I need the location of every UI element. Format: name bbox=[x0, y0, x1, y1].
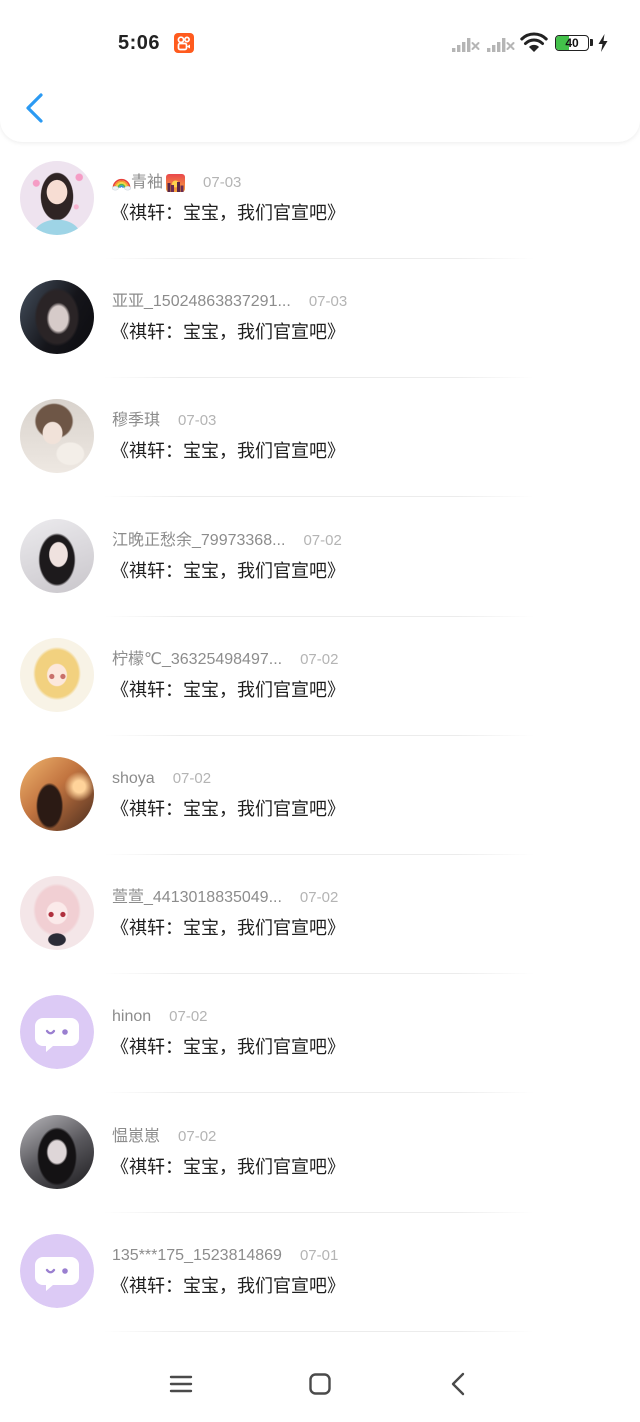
divider bbox=[104, 258, 534, 259]
user-name[interactable]: 亚亚_15024863837291... bbox=[112, 291, 291, 313]
item-meta: 萱萱_4413018835049... 07-02 bbox=[112, 887, 338, 909]
menu-button[interactable] bbox=[169, 1374, 193, 1394]
list-item[interactable]: 柠檬℃_36325498497... 07-02 《祺轩：宝宝，我们官宣吧》 bbox=[0, 619, 640, 738]
post-date: 07-02 bbox=[169, 1008, 208, 1026]
list-item[interactable]: hinon 07-02 《祺轩：宝宝，我们官宣吧》 bbox=[0, 976, 640, 1095]
user-name[interactable]: 135***175_1523814869 bbox=[112, 1245, 282, 1267]
divider bbox=[104, 1330, 534, 1332]
avatar[interactable] bbox=[20, 161, 94, 235]
item-title[interactable]: 《祺轩：宝宝，我们官宣吧》 bbox=[111, 1034, 345, 1060]
post-date: 07-03 bbox=[178, 412, 217, 430]
divider bbox=[104, 1092, 534, 1094]
user-name[interactable]: hinon bbox=[112, 1006, 151, 1028]
item-title[interactable]: 《祺轩：宝宝，我们官宣吧》 bbox=[111, 677, 345, 703]
status-time: 5:06 bbox=[118, 32, 161, 54]
battery-icon: 40 bbox=[555, 35, 589, 51]
item-title[interactable]: 《祺轩：宝宝，我们官宣吧》 bbox=[111, 796, 345, 822]
list-item[interactable]: shoya 07-02 《祺轩：宝宝，我们官宣吧》 bbox=[0, 738, 640, 857]
user-name[interactable]: 愠崽崽 bbox=[112, 1126, 160, 1148]
home-square-icon bbox=[309, 1373, 331, 1395]
item-title[interactable]: 《祺轩：宝宝，我们官宣吧》 bbox=[111, 558, 345, 584]
home-button[interactable] bbox=[308, 1372, 332, 1396]
item-title[interactable]: 《祺轩：宝宝，我们官宣吧》 bbox=[111, 200, 345, 226]
post-date: 07-02 bbox=[300, 650, 339, 668]
comment-list: 青袖 07-03 《祺轩：宝宝，我们官宣吧》 亚亚_15024863837291… bbox=[0, 142, 640, 1334]
post-date: 07-02 bbox=[303, 531, 342, 549]
list-item[interactable]: 江晚正愁余_79973368... 07-02 《祺轩：宝宝，我们官宣吧》 bbox=[0, 500, 640, 619]
post-date: 07-02 bbox=[178, 1127, 217, 1145]
divider bbox=[104, 496, 534, 498]
avatar[interactable] bbox=[20, 518, 94, 593]
sunset-city-emoji-icon bbox=[166, 174, 186, 192]
avatar[interactable] bbox=[20, 876, 94, 951]
rainbow-emoji-icon bbox=[112, 174, 131, 192]
no-service-signal-icon bbox=[487, 35, 515, 53]
user-name[interactable]: 青袖 bbox=[112, 172, 186, 194]
divider bbox=[104, 615, 534, 617]
item-title[interactable]: 《祺轩：宝宝，我们官宣吧》 bbox=[111, 319, 345, 345]
post-date: 07-03 bbox=[203, 174, 242, 191]
charging-bolt-icon bbox=[598, 34, 608, 52]
item-meta: 青袖 07-03 bbox=[112, 172, 241, 194]
back-chevron-icon bbox=[26, 93, 43, 123]
divider bbox=[104, 853, 534, 855]
post-date: 07-02 bbox=[172, 769, 212, 787]
divider bbox=[104, 734, 534, 736]
item-meta: 愠崽崽 07-02 bbox=[112, 1126, 216, 1148]
avatar[interactable] bbox=[20, 399, 94, 474]
post-date: 07-01 bbox=[299, 1246, 339, 1264]
user-name[interactable]: 柠檬℃_36325498497... bbox=[112, 649, 282, 671]
divider bbox=[104, 377, 534, 379]
item-title[interactable]: 《祺轩：宝宝，我们官宣吧》 bbox=[111, 1154, 345, 1180]
default-chat-bubble-avatar-icon bbox=[20, 1233, 94, 1308]
avatar[interactable] bbox=[20, 995, 94, 1070]
divider bbox=[104, 1211, 534, 1213]
system-back-button[interactable] bbox=[450, 1372, 466, 1396]
header: 5:06 40 bbox=[0, 0, 640, 142]
no-service-signal-icon bbox=[452, 35, 480, 53]
user-name[interactable]: 穆季琪 bbox=[112, 410, 160, 432]
list-item[interactable]: 青袖 07-03 《祺轩：宝宝，我们官宣吧》 bbox=[0, 142, 640, 261]
menu-icon bbox=[169, 1375, 193, 1393]
avatar[interactable] bbox=[20, 637, 94, 712]
list-item[interactable]: 亚亚_15024863837291... 07-03 《祺轩：宝宝，我们官宣吧》 bbox=[0, 261, 640, 380]
list-item[interactable]: 愠崽崽 07-02 《祺轩：宝宝，我们官宣吧》 bbox=[0, 1096, 640, 1215]
list-item[interactable]: 135***175_1523814869 07-01 《祺轩：宝宝，我们官宣吧》 bbox=[0, 1215, 640, 1334]
item-meta: shoya 07-02 bbox=[112, 768, 211, 790]
list-item[interactable]: 穆季琪 07-03 《祺轩：宝宝，我们官宣吧》 bbox=[0, 380, 640, 499]
battery-tip bbox=[590, 39, 593, 46]
item-meta: 亚亚_15024863837291... 07-03 bbox=[112, 291, 347, 313]
battery-level-text: 40 bbox=[565, 36, 579, 50]
avatar[interactable] bbox=[20, 756, 94, 831]
item-meta: 柠檬℃_36325498497... 07-02 bbox=[112, 649, 338, 671]
user-name[interactable]: shoya bbox=[112, 768, 155, 790]
item-title[interactable]: 《祺轩：宝宝，我们官宣吧》 bbox=[111, 438, 345, 464]
avatar[interactable] bbox=[20, 1114, 94, 1189]
list-item[interactable]: 萱萱_4413018835049... 07-02 《祺轩：宝宝，我们官宣吧》 bbox=[0, 857, 640, 976]
item-title[interactable]: 《祺轩：宝宝，我们官宣吧》 bbox=[111, 915, 345, 941]
user-name[interactable]: 江晚正愁余_79973368... bbox=[112, 530, 285, 552]
back-button[interactable] bbox=[22, 90, 48, 126]
kuaishou-app-icon bbox=[174, 33, 194, 53]
post-date: 07-03 bbox=[308, 293, 348, 311]
item-title[interactable]: 《祺轩：宝宝，我们官宣吧》 bbox=[111, 1273, 345, 1299]
avatar[interactable] bbox=[20, 280, 94, 355]
back-arrow-icon bbox=[451, 1372, 465, 1396]
default-chat-bubble-avatar-icon bbox=[20, 995, 94, 1070]
user-name-text: 青袖 bbox=[131, 174, 164, 191]
item-meta: 穆季琪 07-03 bbox=[112, 410, 216, 432]
user-name[interactable]: 萱萱_4413018835049... bbox=[112, 887, 282, 909]
item-meta: 江晚正愁余_79973368... 07-02 bbox=[112, 530, 342, 552]
post-date: 07-02 bbox=[299, 889, 339, 907]
avatar[interactable] bbox=[20, 1233, 94, 1308]
divider bbox=[104, 973, 534, 975]
item-meta: hinon 07-02 bbox=[112, 1006, 208, 1028]
item-meta: 135***175_1523814869 07-01 bbox=[112, 1245, 338, 1267]
wifi-icon bbox=[520, 32, 548, 54]
